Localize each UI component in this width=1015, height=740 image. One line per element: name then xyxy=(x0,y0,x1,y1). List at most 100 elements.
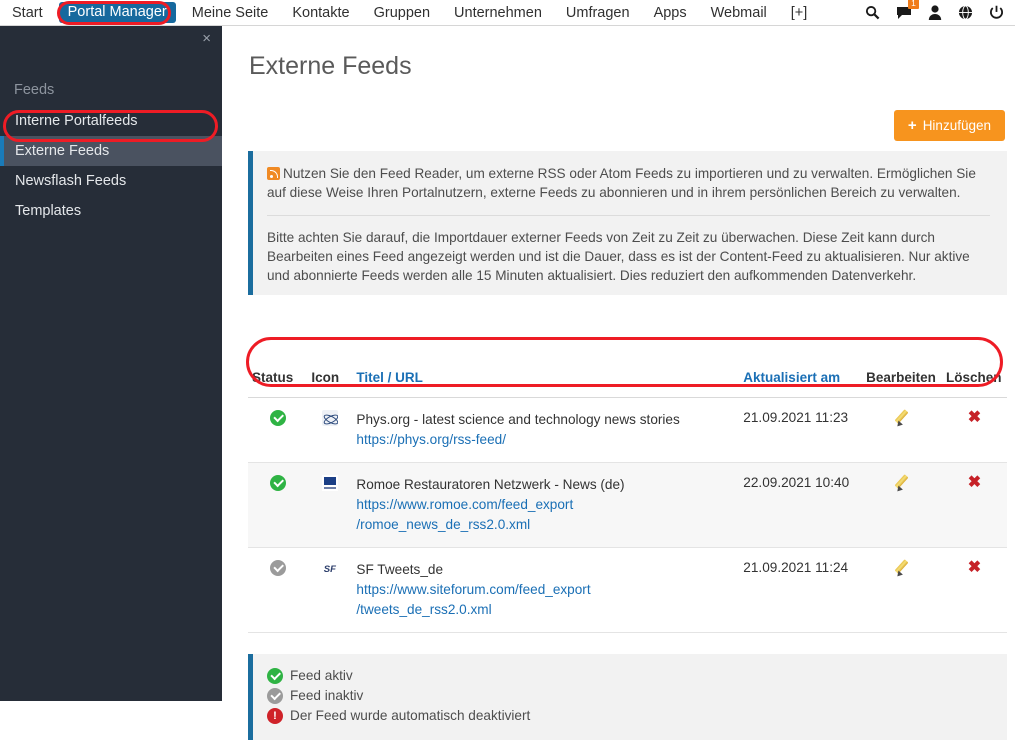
nav-item-kontakte[interactable]: Kontakte xyxy=(280,0,361,26)
column-header-edit: Bearbeiten xyxy=(862,360,942,398)
close-icon[interactable]: × xyxy=(202,31,211,47)
table-row: Romoe Restauratoren Netzwerk - News (de)… xyxy=(248,462,1007,548)
top-navigation-bar: Start Portal Manager Meine Seite Kontakte Gr… xyxy=(0,0,1015,26)
column-header-delete: Löschen xyxy=(941,360,1007,398)
feed-title: SF Tweets_de xyxy=(356,562,444,577)
legend-row-auto-disabled: Der Feed wurde automatisch deaktiviert xyxy=(267,706,993,726)
info-paragraph-2: Bitte achten Sie darauf, die Importdauer… xyxy=(267,230,970,283)
cell-delete: ✖ xyxy=(941,462,1007,548)
info-divider xyxy=(267,215,990,216)
column-header-title-url[interactable]: Titel / URL xyxy=(352,360,740,398)
power-icon[interactable] xyxy=(988,4,1005,21)
table-header-row: Status Icon Titel / URL Aktualisiert am … xyxy=(248,360,1007,398)
status-inactive-icon xyxy=(267,688,283,704)
edit-icon[interactable] xyxy=(894,410,910,426)
nav-right-icons: 1 xyxy=(864,0,1015,21)
add-feed-label: Hinzufügen xyxy=(922,118,991,133)
status-active-icon xyxy=(269,475,286,491)
cell-status xyxy=(248,397,308,463)
feed-url[interactable]: https://www.siteforum.com/feed_export xyxy=(356,580,735,600)
cell-delete: ✖ xyxy=(941,547,1007,633)
delete-icon[interactable]: ✖ xyxy=(968,475,981,491)
info-panel: Nutzen Sie den Feed Reader, um externe R… xyxy=(248,151,1007,295)
column-header-updated[interactable]: Aktualisiert am xyxy=(739,360,863,398)
status-legend: Feed aktiv Feed inaktiv Der Feed wurde a… xyxy=(248,654,1007,740)
cell-updated: 21.09.2021 11:23 xyxy=(739,397,863,463)
sidebar-item-templates[interactable]: Templates xyxy=(0,196,222,226)
delete-icon[interactable]: ✖ xyxy=(968,560,981,576)
cell-status xyxy=(248,547,308,633)
sidebar-panel: × Feeds Interne Portalfeeds Externe Feeds… xyxy=(0,26,222,701)
legend-label-active: Feed aktiv xyxy=(290,668,353,683)
nav-item-list: Start Portal Manager Meine Seite Kontakte Gr… xyxy=(0,0,819,26)
cell-updated: 21.09.2021 11:24 xyxy=(739,547,863,633)
sf-favicon-icon: SF xyxy=(321,562,338,578)
sidebar-item-label: Externe Feeds xyxy=(15,143,110,159)
cell-icon xyxy=(307,462,353,548)
feed-table: Status Icon Titel / URL Aktualisiert am … xyxy=(248,360,1007,633)
feed-url-continued[interactable]: /romoe_news_de_rss2.0.xml xyxy=(356,515,735,535)
sidebar-item-label: Templates xyxy=(15,203,82,219)
status-active-icon xyxy=(269,410,286,426)
legend-row-inactive: Feed inaktiv xyxy=(267,686,993,706)
nav-item-portal-manager[interactable]: Portal Manager xyxy=(58,2,176,23)
add-feed-button[interactable]: + Hinzufügen xyxy=(893,110,1005,141)
nav-item-[interactable]: [+] xyxy=(779,0,820,26)
search-icon[interactable] xyxy=(864,4,881,21)
sidebar-heading: Feeds xyxy=(14,82,55,98)
phys-favicon-icon xyxy=(321,410,338,426)
cell-title-url: Romoe Restauratoren Netzwerk - News (de)… xyxy=(352,462,740,548)
page-title: Externe Feeds xyxy=(249,52,412,80)
status-active-icon xyxy=(267,668,283,684)
sidebar-item-interne-portalfeeds[interactable]: Interne Portalfeeds xyxy=(0,106,222,136)
nav-item-gruppen[interactable]: Gruppen xyxy=(362,0,442,26)
cell-updated: 22.09.2021 10:40 xyxy=(739,462,863,548)
nav-item-meine-seite[interactable]: Meine Seite xyxy=(180,0,281,26)
sidebar-item-externe-feeds[interactable]: Externe Feeds xyxy=(0,136,222,166)
cell-edit xyxy=(862,462,942,548)
table-row: Phys.org - latest science and technology… xyxy=(248,397,1007,463)
user-icon[interactable] xyxy=(926,4,943,21)
info-paragraph-1-text: Nutzen Sie den Feed Reader, um externe R… xyxy=(267,166,976,200)
status-error-icon xyxy=(267,708,283,724)
cell-edit xyxy=(862,397,942,463)
sidebar-item-newsflash-feeds[interactable]: Newsflash Feeds xyxy=(0,166,222,196)
feed-title: Phys.org - latest science and technology… xyxy=(356,412,680,427)
column-header-icon: Icon xyxy=(307,360,353,398)
rss-icon xyxy=(267,167,280,180)
legend-label-auto-disabled: Der Feed wurde automatisch deaktiviert xyxy=(290,708,531,723)
plus-icon: + xyxy=(907,117,917,134)
feed-table-head: Status Icon Titel / URL Aktualisiert am … xyxy=(248,360,1007,398)
cell-icon xyxy=(307,397,353,463)
legend-row-active: Feed aktiv xyxy=(267,666,993,686)
cell-status xyxy=(248,462,308,548)
messages-icon[interactable]: 1 xyxy=(895,0,919,21)
sidebar-item-label: Interne Portalfeeds xyxy=(15,113,138,129)
feed-title: Romoe Restauratoren Netzwerk - News (de) xyxy=(356,477,625,492)
sidebar-item-label: Newsflash Feeds xyxy=(15,173,127,189)
nav-item-unternehmen[interactable]: Unternehmen xyxy=(442,0,554,26)
nav-item-umfragen[interactable]: Umfragen xyxy=(554,0,642,26)
feed-url[interactable]: https://www.romoe.com/feed_export xyxy=(356,495,735,515)
cell-edit xyxy=(862,547,942,633)
cell-delete: ✖ xyxy=(941,397,1007,463)
info-paragraph-1: Nutzen Sie den Feed Reader, um externe R… xyxy=(267,164,990,202)
legend-label-inactive: Feed inaktiv xyxy=(290,688,364,703)
romoe-favicon-icon xyxy=(321,475,338,491)
nav-item-apps[interactable]: Apps xyxy=(642,0,699,26)
messages-badge: 1 xyxy=(908,0,919,9)
feed-url[interactable]: https://phys.org/rss-feed/ xyxy=(356,430,735,450)
nav-item-start[interactable]: Start xyxy=(0,0,55,26)
delete-icon[interactable]: ✖ xyxy=(968,410,981,426)
edit-icon[interactable] xyxy=(894,560,910,576)
cell-icon: SF xyxy=(307,547,353,633)
nav-item-webmail[interactable]: Webmail xyxy=(699,0,779,26)
main-content: Externe Feeds + Hinzufügen Nutzen Sie de… xyxy=(222,26,1015,740)
cell-title-url: Phys.org - latest science and technology… xyxy=(352,397,740,463)
globe-icon[interactable] xyxy=(957,4,974,21)
edit-icon[interactable] xyxy=(894,475,910,491)
cell-title-url: SF Tweets_de https://www.siteforum.com/fe… xyxy=(352,547,740,633)
table-row: SF SF Tweets_de https://www.siteforum.com/… xyxy=(248,547,1007,633)
feed-table-body: Phys.org - latest science and technology… xyxy=(248,397,1007,633)
feed-url-continued[interactable]: /tweets_de_rss2.0.xml xyxy=(356,600,735,620)
